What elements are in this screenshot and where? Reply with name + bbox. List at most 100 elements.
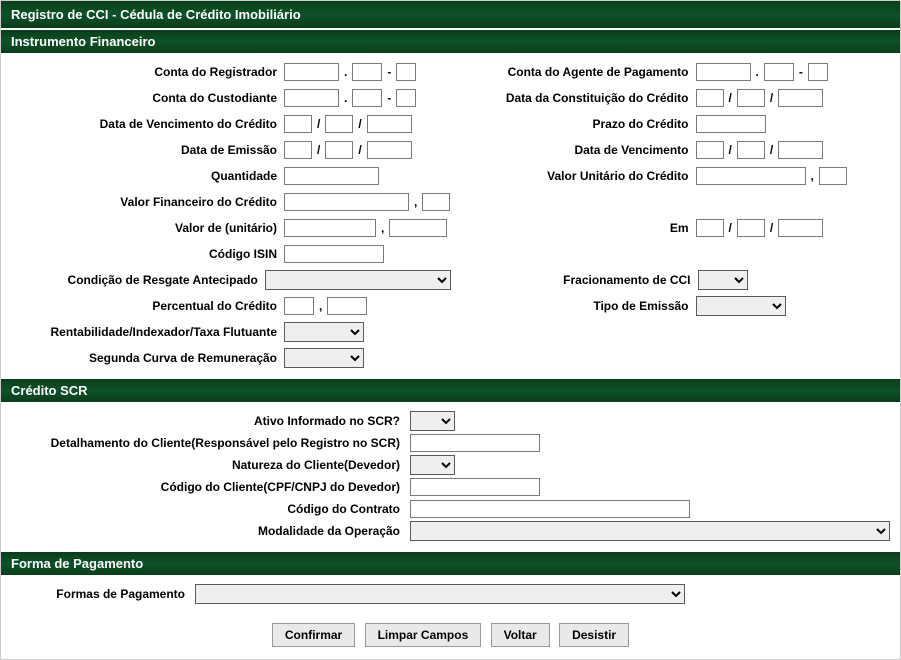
rentabilidade-select[interactable] (284, 322, 364, 342)
valor-unitario-credito-int[interactable] (696, 167, 806, 185)
conta-custodiante-3[interactable] (396, 89, 416, 107)
em-d[interactable] (696, 219, 724, 237)
valor-de-unitario-dec[interactable] (389, 219, 447, 237)
label-valor-de-unitario: Valor de (unitário) (11, 221, 281, 235)
sep-slash: / (315, 117, 322, 131)
natureza-cliente-select[interactable] (410, 455, 455, 475)
codigo-contrato[interactable] (410, 500, 690, 518)
data-constituicao-m[interactable] (737, 89, 765, 107)
sep-slash: / (356, 143, 363, 157)
form-container: Registro de CCI - Cédula de Crédito Imob… (0, 0, 901, 660)
quantidade[interactable] (284, 167, 379, 185)
conta-custodiante-2[interactable] (352, 89, 382, 107)
conta-agente-pagamento-3[interactable] (808, 63, 828, 81)
em-y[interactable] (778, 219, 823, 237)
label-conta-agente-pagamento: Conta do Agente de Pagamento (453, 65, 693, 79)
valor-unitario-credito-dec[interactable] (819, 167, 847, 185)
label-conta-registrador: Conta do Registrador (11, 65, 281, 79)
percentual-credito-int[interactable] (284, 297, 314, 315)
label-percentual-credito: Percentual do Crédito (11, 299, 281, 313)
segunda-curva-select[interactable] (284, 348, 364, 368)
data-constituicao-d[interactable] (696, 89, 724, 107)
conta-registrador-2[interactable] (352, 63, 382, 81)
label-segunda-curva: Segunda Curva de Remuneração (11, 351, 281, 365)
data-vencimento-credito-y[interactable] (367, 115, 412, 133)
prazo-credito[interactable] (696, 115, 766, 133)
limpar-campos-button[interactable]: Limpar Campos (365, 623, 482, 647)
data-emissao-m[interactable] (325, 141, 353, 159)
conta-agente-pagamento-1[interactable] (696, 63, 751, 81)
section-header-credito-scr: Crédito SCR (1, 377, 900, 402)
em-m[interactable] (737, 219, 765, 237)
detalhamento-cliente[interactable] (410, 434, 540, 452)
label-fracionamento-cci: Fracionamento de CCI (455, 273, 695, 287)
conta-registrador-3[interactable] (396, 63, 416, 81)
valor-de-unitario-int[interactable] (284, 219, 376, 237)
label-detalhamento-cliente: Detalhamento do Cliente(Responsável pelo… (11, 436, 406, 450)
conta-agente-pagamento-2[interactable] (764, 63, 794, 81)
conta-custodiante-1[interactable] (284, 89, 339, 107)
button-bar: Confirmar Limpar Campos Voltar Desistir (1, 613, 900, 659)
sep-dot: . (754, 65, 761, 79)
label-quantidade: Quantidade (11, 169, 281, 183)
label-codigo-contrato: Código do Contrato (11, 502, 406, 516)
fracionamento-cci-select[interactable] (698, 270, 748, 290)
label-modalidade-operacao: Modalidade da Operação (11, 524, 406, 538)
page-title: Registro de CCI - Cédula de Crédito Imob… (1, 1, 900, 28)
label-ativo-informado: Ativo Informado no SCR? (11, 414, 406, 428)
section-header-instrumento: Instrumento Financeiro (1, 28, 900, 53)
data-vencimento-m[interactable] (737, 141, 765, 159)
label-valor-financeiro-credito: Valor Financeiro do Crédito (11, 195, 281, 209)
voltar-button[interactable]: Voltar (491, 623, 550, 647)
data-vencimento-y[interactable] (778, 141, 823, 159)
sep-slash: / (768, 221, 775, 235)
data-constituicao-y[interactable] (778, 89, 823, 107)
sep-slash: / (768, 143, 775, 157)
label-formas-pagamento: Formas de Pagamento (11, 587, 191, 601)
section-body-credito-scr: Ativo Informado no SCR? Detalhamento do … (1, 402, 900, 550)
sep-comma: , (379, 221, 386, 235)
section-header-forma-pagamento: Forma de Pagamento (1, 550, 900, 575)
codigo-cliente[interactable] (410, 478, 540, 496)
confirmar-button[interactable]: Confirmar (272, 623, 355, 647)
label-data-constituicao-credito: Data da Constituição do Crédito (453, 91, 693, 105)
modalidade-operacao-select[interactable] (410, 521, 890, 541)
desistir-button[interactable]: Desistir (559, 623, 629, 647)
valor-financeiro-credito-int[interactable] (284, 193, 409, 211)
label-conta-custodiante: Conta do Custodiante (11, 91, 281, 105)
sep-slash: / (315, 143, 322, 157)
conta-registrador-1[interactable] (284, 63, 339, 81)
valor-financeiro-credito-dec[interactable] (422, 193, 450, 211)
sep-slash: / (727, 221, 734, 235)
label-rentabilidade: Rentabilidade/Indexador/Taxa Flutuante (11, 325, 281, 339)
label-tipo-emissao: Tipo de Emissão (453, 299, 693, 313)
label-data-vencimento-credito: Data de Vencimento do Crédito (11, 117, 281, 131)
sep-comma: , (412, 195, 419, 209)
sep-slash: / (356, 117, 363, 131)
data-vencimento-credito-d[interactable] (284, 115, 312, 133)
label-prazo-credito: Prazo do Crédito (453, 117, 693, 131)
sep-dash: - (385, 65, 393, 79)
formas-pagamento-select[interactable] (195, 584, 685, 604)
label-valor-unitario-credito: Valor Unitário do Crédito (453, 169, 693, 183)
data-emissao-y[interactable] (367, 141, 412, 159)
sep-slash: / (768, 91, 775, 105)
codigo-isin[interactable] (284, 245, 384, 263)
ativo-informado-select[interactable] (410, 411, 455, 431)
label-data-vencimento: Data de Vencimento (453, 143, 693, 157)
data-emissao-d[interactable] (284, 141, 312, 159)
data-vencimento-credito-m[interactable] (325, 115, 353, 133)
label-em: Em (453, 221, 693, 235)
label-natureza-cliente: Natureza do Cliente(Devedor) (11, 458, 406, 472)
section-body-forma-pagamento: Formas de Pagamento (1, 575, 900, 613)
section-body-instrumento: Conta do Registrador . - Conta do Agente… (1, 53, 900, 377)
condicao-resgate-select[interactable] (265, 270, 451, 290)
percentual-credito-dec[interactable] (327, 297, 367, 315)
tipo-emissao-select[interactable] (696, 296, 786, 316)
sep-dash: - (797, 65, 805, 79)
sep-comma: , (317, 299, 324, 313)
sep-slash: / (727, 91, 734, 105)
data-vencimento-d[interactable] (696, 141, 724, 159)
label-codigo-cliente: Código do Cliente(CPF/CNPJ do Devedor) (11, 480, 406, 494)
label-codigo-isin: Código ISIN (11, 247, 281, 261)
